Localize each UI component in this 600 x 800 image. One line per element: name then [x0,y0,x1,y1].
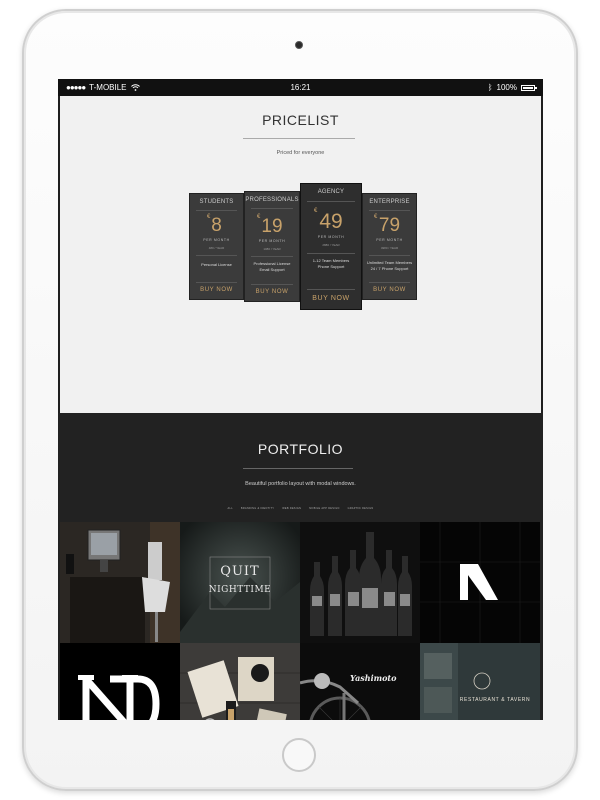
divider [251,256,293,257]
bluetooth-icon: ᛒ [487,83,493,92]
divider [307,201,355,202]
portfolio-item-restaurant[interactable]: RESTAURANT & TAVERN [420,643,540,720]
divider [307,289,355,290]
title-divider [243,138,355,139]
plan-price: 19 [261,216,283,237]
portfolio-section: PORTFOLIO Beautiful portfolio layout wit… [58,413,543,720]
portfolio-item-bottles[interactable] [300,522,420,643]
plan-yearly: 4980 / YEAR [380,246,399,250]
plan-period: PER MONTH [258,239,286,243]
plan-feature: Email Support [259,267,285,272]
nighttime-text-line1: QUIT [220,564,260,579]
portfolio-grid: QUIT NIGHTTIME Yashimoto RESTAURANT & TA… [60,522,541,720]
camera-icon [295,41,303,49]
workspace-image [60,522,180,643]
portfolio-item-yashimoto[interactable]: Yashimoto [300,643,420,720]
pricing-card-enterprise: ENTERPRISE € 79 PER MONTH 4980 / YEAR Un… [362,193,417,300]
buy-now-button[interactable]: BUY NOW [245,289,299,295]
pricing-card-agency: AGENCY € 49 PER MONTH 2880 / YEAR 1-12 T… [300,183,362,310]
nighttime-text-line2: NIGHTTIME [208,585,272,595]
flatlay-image [180,643,300,720]
plan-price: 8 [211,215,222,236]
screen: ●●●●● T-MOBILE 16:21 ᛒ 100% PRICELIST Pr… [58,79,543,720]
portfolio-item-workspace[interactable] [60,522,180,643]
home-button[interactable] [282,738,316,772]
plan-feature: Phone Support [317,264,345,269]
divider [307,253,355,254]
divider [369,255,410,256]
buy-now-button[interactable]: BUY NOW [363,287,416,293]
buy-now-button[interactable]: BUY NOW [301,295,361,302]
portfolio-item-flatlay[interactable] [180,643,300,720]
portfolio-filters: ALL BRANDING & IDENTITY WEB DESIGN MOBIL… [58,507,543,510]
yashimoto-title: Yashimoto [350,673,397,683]
plan-period: PER MONTH [317,235,345,239]
plan-feature: 24 / 7 Phone Support [370,266,409,271]
plan-period: PER MONTH [203,238,230,242]
battery-icon [521,84,537,91]
divider [369,210,410,211]
title-divider [243,468,353,469]
filter-branding[interactable]: BRANDING & IDENTITY [241,507,274,510]
n-logo-image [420,522,540,643]
divider [196,255,237,256]
status-bar: ●●●●● T-MOBILE 16:21 ᛒ 100% [58,79,543,96]
pricing-card-professionals: PROFESSIONALS € 19 PER MONTH 1080 / YEAR… [244,191,300,302]
divider [251,208,293,209]
restaurant-image [420,643,540,720]
section-title: PRICELIST [262,112,339,128]
section-subtitle: Beautiful portfolio layout with modal wi… [245,481,356,487]
plan-price: 79 [378,215,401,236]
plan-name: PROFESSIONALS [245,197,299,203]
nighttime-image [180,522,300,643]
battery-percent: 100% [496,83,517,92]
plan-yearly: 2880 / YEAR [322,243,340,247]
portfolio-item-monogram[interactable] [60,643,180,720]
divider [196,210,237,211]
pricing-card-students: STUDENTS € 8 PER MONTH 480 / YEAR Person… [189,193,244,300]
bottles-image [300,522,420,643]
divider [369,282,410,283]
divider [251,284,293,285]
pricelist-section: PRICELIST Priced for everyone STUDENTS €… [60,96,541,413]
plan-yearly: 1080 / YEAR [263,247,281,251]
plan-name: STUDENTS [199,199,234,205]
plan-name: AGENCY [317,189,345,195]
plan-name: ENTERPRISE [369,199,410,205]
monogram-image [60,643,180,720]
filter-web-design[interactable]: WEB DESIGN [282,507,301,510]
section-subtitle: Priced for everyone [276,150,325,156]
section-title: PORTFOLIO [257,441,344,457]
signal-icon: ●●●●● [66,83,86,92]
divider [196,282,237,283]
restaurant-title: RESTAURANT & TAVERN [459,697,531,703]
plan-period: PER MONTH [376,238,403,242]
portfolio-item-nighttime[interactable]: QUIT NIGHTTIME [180,522,300,643]
filter-all[interactable]: ALL [228,507,233,510]
plan-price: 49 [319,210,343,233]
plan-feature: Personal License [201,262,232,267]
plan-yearly: 480 / YEAR [208,246,225,250]
wifi-icon [130,84,140,91]
filter-mobile-app[interactable]: MOBILE APP DESIGN [309,507,339,510]
buy-now-button[interactable]: BUY NOW [190,287,243,293]
carrier-label: T-MOBILE [89,83,127,92]
filter-graphic-design[interactable]: GRAPHIC DESIGN [348,507,374,510]
portfolio-item-n-logo[interactable] [420,522,540,643]
